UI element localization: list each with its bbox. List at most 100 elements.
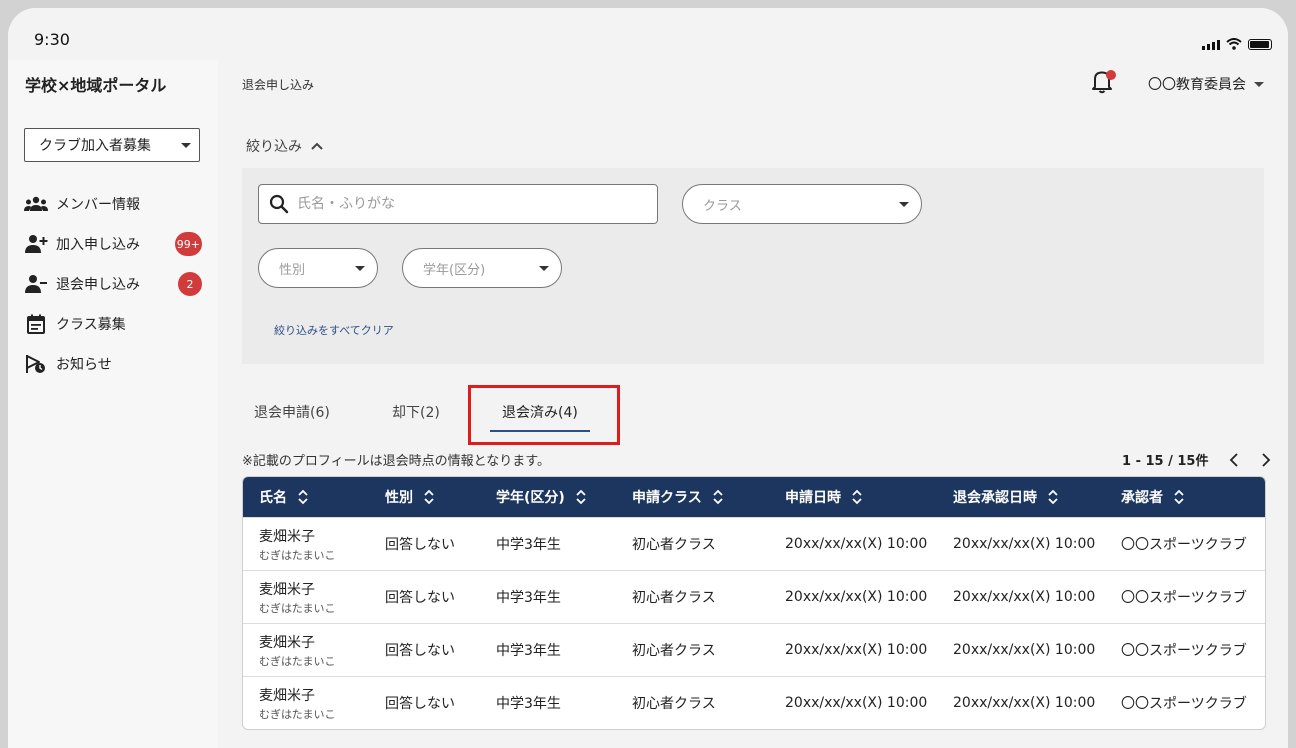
sort-icon: [575, 488, 587, 506]
club-select-value: クラブ加入者募集: [39, 138, 151, 154]
column-header-approved-date[interactable]: 退会承認日時: [953, 477, 1059, 517]
cell-name: 麦畑米子 むぎはたまいこ: [259, 571, 335, 623]
table-row[interactable]: 麦畑米子 むぎはたまいこ 回答しない 中学3年生 初心者クラス 20xx/xx/…: [243, 623, 1265, 676]
members-icon: [24, 194, 48, 214]
search-field[interactable]: [258, 184, 658, 224]
cell-approver: 〇〇スポーツクラブ: [1121, 643, 1247, 659]
chevron-up-icon: [311, 142, 323, 150]
clear-filters-link[interactable]: 絞り込みをすべてクリア: [274, 322, 394, 338]
cell-name: 麦畑米子 むぎはたまいこ: [259, 624, 335, 676]
notification-button[interactable]: [1090, 68, 1116, 94]
member-name: 麦畑米子: [259, 528, 315, 545]
battery-icon: [1248, 38, 1272, 50]
column-header-label: 氏名: [259, 490, 287, 506]
sort-icon: [297, 488, 309, 506]
count-badge: 99+: [174, 232, 202, 256]
cell-approved-date: 20xx/xx/xx(X) 10:00: [953, 589, 1096, 605]
gender-select[interactable]: 性別: [258, 248, 378, 288]
search-input[interactable]: [295, 195, 639, 213]
sidebar-item-label: 退会申し込み: [56, 277, 140, 293]
filter-panel: クラス 性別 学年(区分) 絞り込みをすべてクリア: [242, 168, 1264, 364]
cell-approver: 〇〇スポーツクラブ: [1121, 590, 1247, 606]
class-select[interactable]: クラス: [682, 184, 922, 224]
column-header-approver[interactable]: 承認者: [1121, 477, 1185, 517]
sidebar-item-members[interactable]: メンバー情報: [24, 184, 204, 224]
column-header-label: 承認者: [1121, 490, 1163, 506]
cell-name: 麦畑米子 むぎはたまいこ: [259, 677, 335, 729]
column-header-applied-date[interactable]: 申請日時: [785, 477, 863, 517]
column-header-grade[interactable]: 学年(区分): [496, 477, 587, 517]
filter-toggle[interactable]: 絞り込み: [246, 136, 324, 156]
column-header-label: 申請日時: [785, 490, 841, 506]
member-kana: むぎはたまいこ: [259, 548, 336, 562]
wifi-icon: [1226, 38, 1242, 50]
cell-applied-date: 20xx/xx/xx(X) 10:00: [785, 642, 928, 658]
sidebar-nav: メンバー情報 加入申し込み 99+ 退会申し込み 2 クラス募集 お知らせ: [24, 184, 204, 384]
table-row[interactable]: 麦畑米子 むぎはたまいこ 回答しない 中学3年生 初心者クラス 20xx/xx/…: [243, 676, 1265, 729]
gender-select-placeholder: 性別: [279, 262, 306, 278]
profile-note: ※記載のプロフィールは退会時点の情報となります。: [242, 454, 550, 469]
member-name: 麦畑米子: [259, 634, 315, 651]
column-header-name[interactable]: 氏名: [259, 477, 309, 517]
column-header-label: 性別: [385, 490, 413, 506]
class-select-placeholder: クラス: [703, 198, 742, 214]
cell-applied-date: 20xx/xx/xx(X) 10:00: [785, 695, 928, 711]
calendar-icon: [24, 314, 48, 334]
sidebar-item-join-requests[interactable]: 加入申し込み 99+: [24, 224, 204, 264]
cell-class: 初心者クラス: [632, 643, 716, 659]
pagination-text: 1 - 15 / 15件: [1122, 454, 1209, 469]
column-header-gender[interactable]: 性別: [385, 477, 435, 517]
table-row[interactable]: 麦畑米子 むぎはたまいこ 回答しない 中学3年生 初心者クラス 20xx/xx/…: [243, 570, 1265, 623]
sidebar-item-class-recruitment[interactable]: クラス募集: [24, 304, 204, 344]
sidebar-item-announcements[interactable]: お知らせ: [24, 344, 204, 384]
person-remove-icon: [24, 274, 48, 294]
column-header-label: 申請クラス: [632, 490, 702, 506]
table-header: 氏名 性別 学年(区分) 申請クラス 申請日時 退会承認日時 承認者: [243, 477, 1265, 517]
cell-approved-date: 20xx/xx/xx(X) 10:00: [953, 695, 1096, 711]
member-kana: むぎはたまいこ: [259, 707, 336, 721]
member-kana: むぎはたまいこ: [259, 654, 336, 668]
main-content: 退会申し込み 〇〇教育委員会 絞り込み 氏名・ふりがな クラス 性別 学年(区分…: [218, 60, 1288, 748]
account-menu[interactable]: 〇〇教育委員会: [1148, 74, 1264, 94]
cell-gender: 回答しない: [385, 696, 455, 712]
cell-approver: 〇〇スポーツクラブ: [1121, 696, 1247, 712]
breadcrumb: 退会申し込み: [242, 78, 315, 92]
tablet-screen: 9:30 学校×地域ポータル クラブ加入者募集 メンバー情報 加入申し込み 99…: [8, 8, 1288, 748]
cell-gender: 回答しない: [385, 590, 455, 606]
prev-page-button[interactable]: [1222, 451, 1246, 469]
caret-down-icon: [539, 266, 549, 271]
announcement-icon: [24, 354, 48, 374]
next-page-button[interactable]: [1254, 451, 1278, 469]
pagination: 1 - 15 / 15件: [1122, 450, 1278, 469]
chevron-left-icon: [1230, 452, 1239, 467]
table-row[interactable]: 麦畑米子 むぎはたまいこ 回答しない 中学3年生 初心者クラス 20xx/xx/…: [243, 517, 1265, 570]
status-time: 9:30: [34, 30, 70, 49]
notification-dot: [1106, 70, 1116, 80]
sidebar-item-withdrawal-requests[interactable]: 退会申し込み 2: [24, 264, 204, 304]
cell-approved-date: 20xx/xx/xx(X) 10:00: [953, 642, 1096, 658]
cell-approved-date: 20xx/xx/xx(X) 10:00: [953, 536, 1096, 552]
tab-rejected[interactable]: 却下(2): [392, 402, 440, 422]
tab-withdrawal-requests[interactable]: 退会申請(6): [254, 402, 330, 422]
cell-gender: 回答しない: [385, 643, 455, 659]
highlight-box: [468, 385, 620, 445]
app-title: 学校×地域ポータル: [25, 76, 167, 95]
filter-toggle-label: 絞り込み: [246, 139, 302, 155]
cell-name: 麦畑米子 むぎはたまいこ: [259, 518, 335, 570]
sort-icon: [1047, 488, 1059, 506]
status-bar: 9:30: [8, 8, 1288, 60]
cell-grade: 中学3年生: [496, 590, 561, 606]
club-select-dropdown[interactable]: クラブ加入者募集: [24, 128, 200, 162]
cell-class: 初心者クラス: [632, 590, 716, 606]
member-kana: むぎはたまいこ: [259, 601, 336, 615]
caret-down-icon: [1254, 81, 1264, 87]
chevron-right-icon: [1262, 452, 1271, 467]
grade-select[interactable]: 学年(区分): [402, 248, 562, 288]
person-add-icon: [24, 234, 48, 254]
grade-select-placeholder: 学年(区分): [423, 262, 486, 278]
sort-icon: [1173, 488, 1185, 506]
sort-icon: [423, 488, 435, 506]
column-header-class[interactable]: 申請クラス: [632, 477, 724, 517]
sort-icon: [712, 488, 724, 506]
cell-class: 初心者クラス: [632, 537, 716, 553]
